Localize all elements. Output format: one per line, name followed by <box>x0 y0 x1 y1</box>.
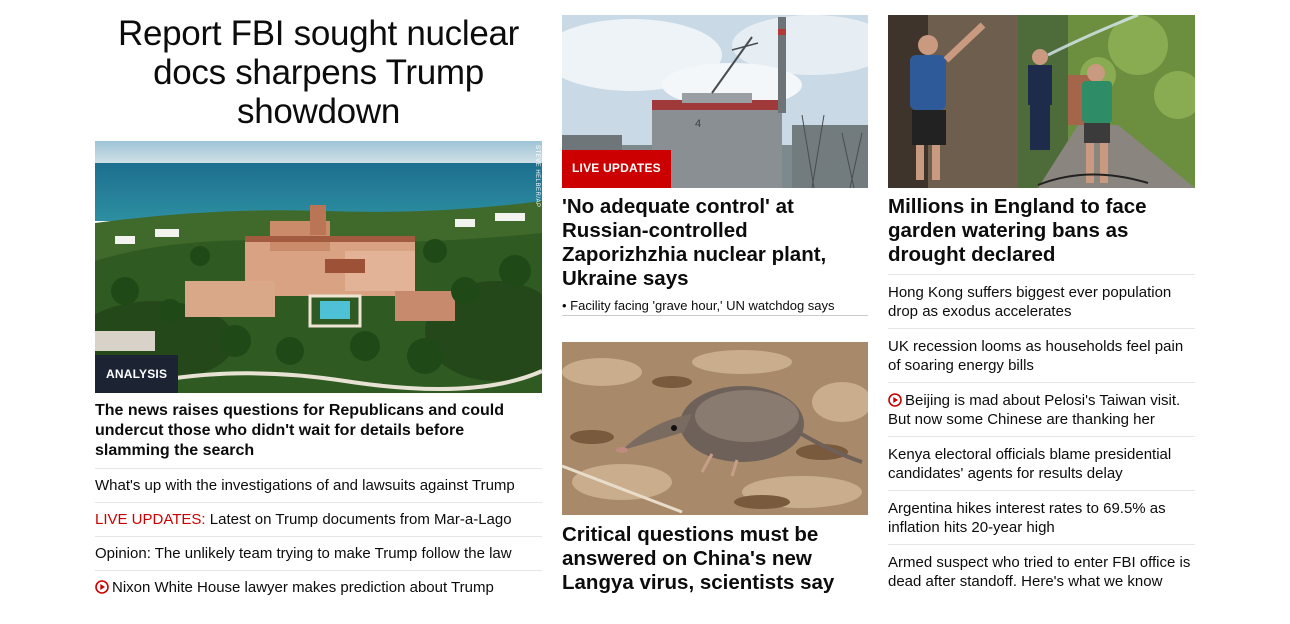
shrew-image <box>562 342 868 515</box>
list-item[interactable]: Kenya electoral officials blame presiden… <box>888 436 1195 490</box>
list-item[interactable]: Opinion: The unlikely team trying to mak… <box>95 536 542 570</box>
live-updates-label: LIVE UPDATES: <box>95 511 206 528</box>
top-story-lede[interactable]: The news raises questions for Republican… <box>95 401 542 461</box>
list-item[interactable]: Beijing is mad about Pelosi's Taiwan vis… <box>888 382 1195 436</box>
list-item[interactable]: LIVE UPDATES: Latest on Trump documents … <box>95 502 542 536</box>
top-story-photo[interactable]: STEVE HELBER/AP ANALYSIS <box>95 141 542 393</box>
list-item[interactable]: Hong Kong suffers biggest ever populatio… <box>888 274 1195 328</box>
analysis-badge: ANALYSIS <box>95 355 179 393</box>
langya-virus-headline[interactable]: Critical questions must be answered on C… <box>562 523 868 595</box>
list-item[interactable]: Argentina hikes interest rates to 69.5% … <box>888 490 1195 544</box>
right-column: Millions in England to face garden water… <box>888 15 1195 598</box>
svg-text:4: 4 <box>695 118 701 130</box>
headlines-list: Hong Kong suffers biggest ever populatio… <box>888 274 1195 598</box>
play-circle-icon <box>888 393 902 407</box>
related-links-list: What's up with the investigations of and… <box>95 468 542 604</box>
garden-watering-image <box>888 15 1195 188</box>
middle-column: 4 LIVE UPDATES 'No adequate control' at … <box>562 15 868 595</box>
nuclear-plant-photo[interactable]: 4 LIVE UPDATES <box>562 15 868 188</box>
list-item[interactable]: UK recession looms as households feel pa… <box>888 328 1195 382</box>
drought-headline[interactable]: Millions in England to face garden water… <box>888 195 1195 267</box>
play-circle-icon <box>95 580 109 594</box>
list-item[interactable]: Nixon White House lawyer makes predictio… <box>95 570 542 604</box>
list-item[interactable]: Armed suspect who tried to enter FBI off… <box>888 544 1195 598</box>
zaporizhzhia-headline[interactable]: 'No adequate control' at Russian-control… <box>562 195 868 291</box>
photo-credit: STEVE HELBER/AP <box>534 145 540 208</box>
list-item[interactable]: What's up with the investigations of and… <box>95 468 542 502</box>
live-updates-badge: LIVE UPDATES <box>562 150 671 188</box>
top-story: Report FBI sought nuclear docs sharpens … <box>95 14 542 604</box>
top-story-headline[interactable]: Report FBI sought nuclear docs sharpens … <box>95 14 542 131</box>
shrew-photo[interactable] <box>562 342 868 515</box>
grave-hour-link[interactable]: • Facility facing 'grave hour,' UN watch… <box>562 297 868 316</box>
watering-photo[interactable] <box>888 15 1195 188</box>
